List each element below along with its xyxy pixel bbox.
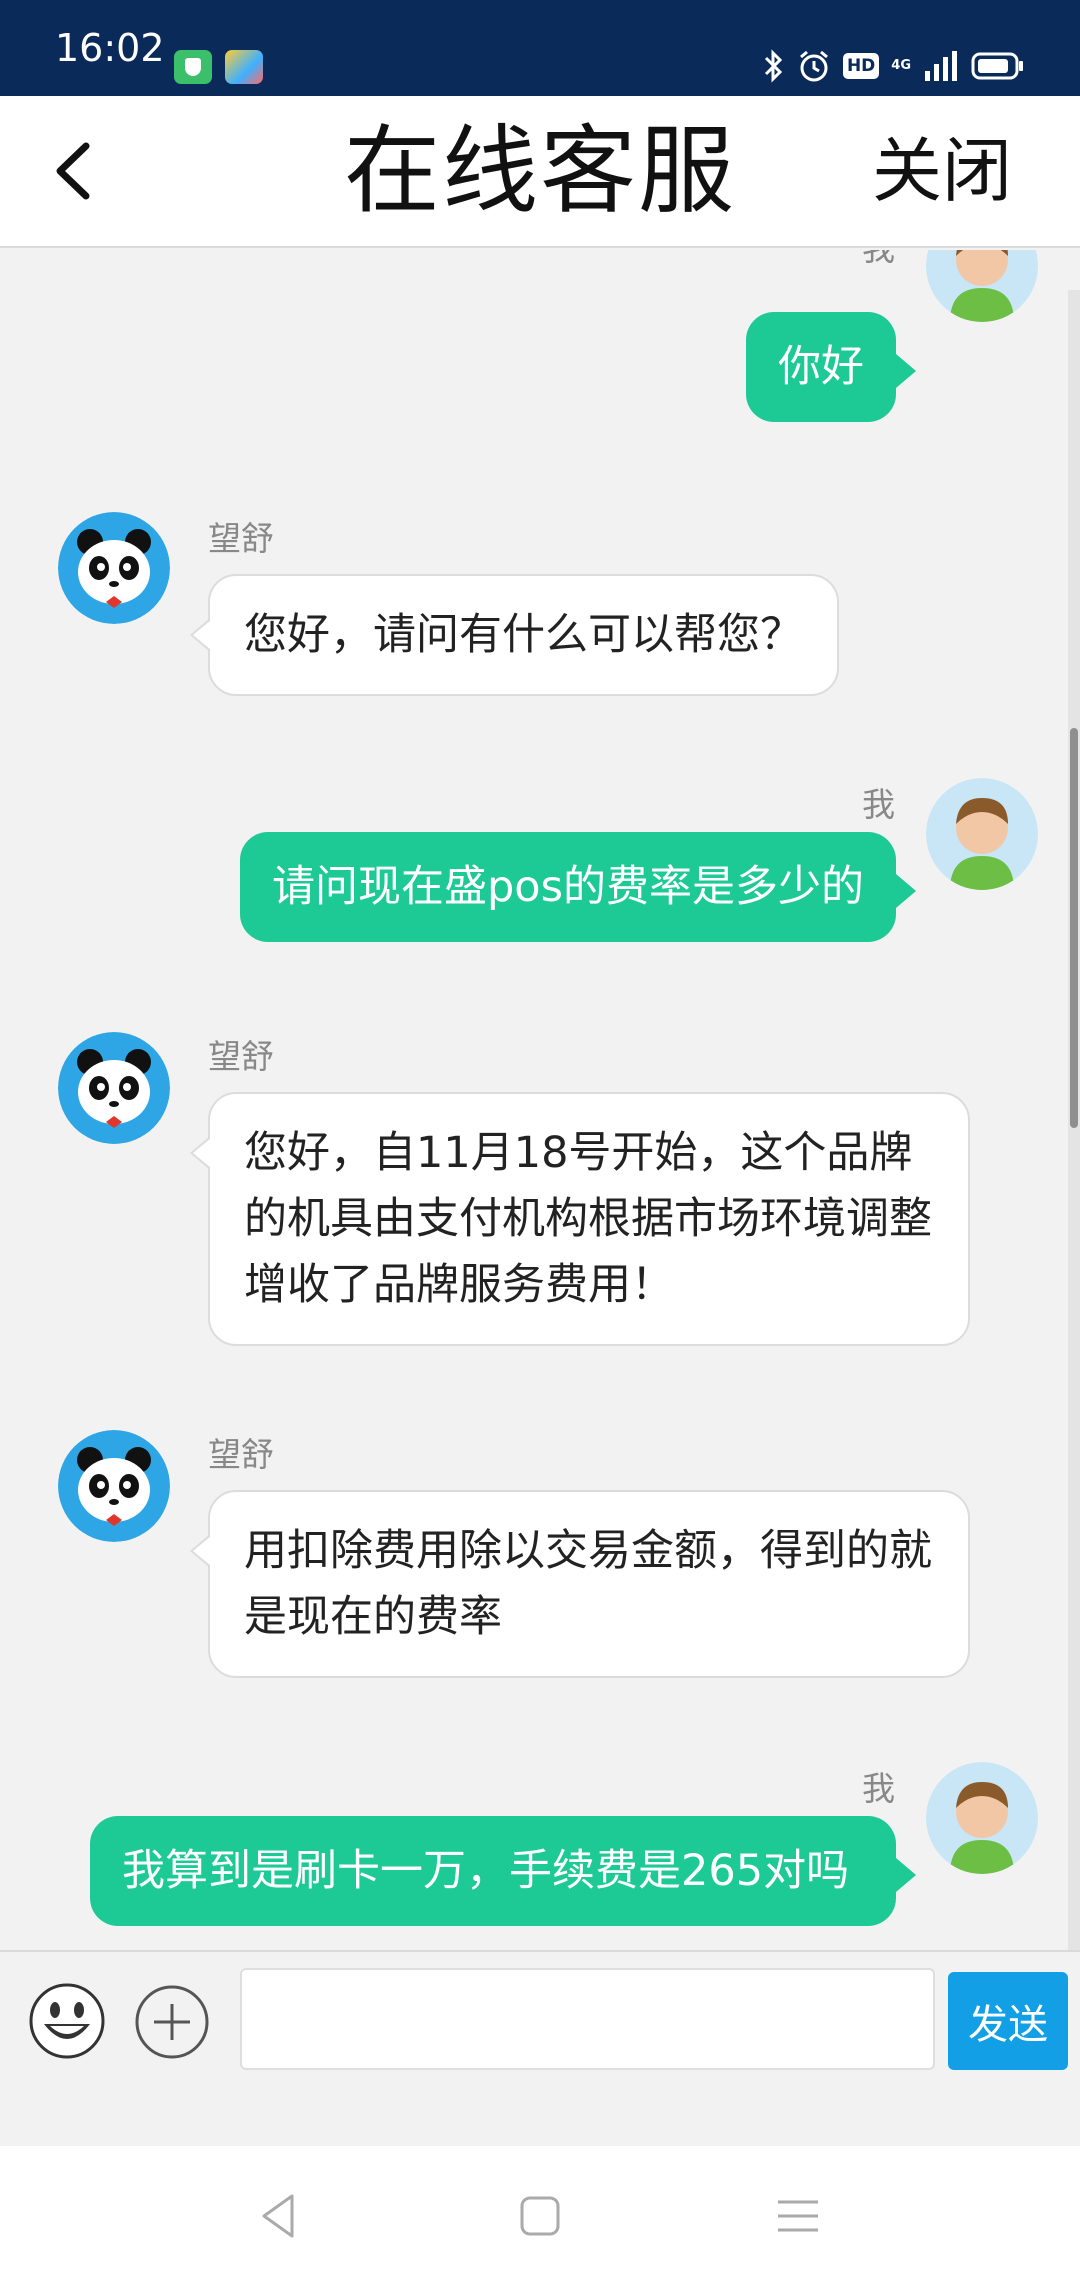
- message-sender: 望舒: [208, 1037, 274, 1076]
- nav-home-icon[interactable]: [512, 2188, 568, 2244]
- battery-icon: [971, 52, 1023, 80]
- agent-avatar: [58, 1430, 170, 1542]
- message-bubble-outgoing[interactable]: 请问现在盛pos的费率是多少的: [239, 832, 917, 942]
- signal-icon: [925, 51, 957, 81]
- status-icons: HD 4G: [763, 46, 1025, 86]
- message-sender: 我: [862, 785, 895, 824]
- network-type: 4G: [891, 58, 911, 73]
- alarm-icon: [799, 50, 828, 82]
- chat-scrollbar[interactable]: [1068, 290, 1080, 1950]
- app-shield-icon: [174, 50, 212, 84]
- app-colorful-icon: [225, 50, 263, 84]
- emoji-icon[interactable]: [28, 1982, 106, 2060]
- close-button[interactable]: 关闭: [872, 96, 1012, 246]
- send-button[interactable]: 发送: [948, 1972, 1068, 2070]
- agent-avatar: [58, 1032, 170, 1144]
- nav-menu-icon[interactable]: [770, 2188, 826, 2244]
- message-bubble-incoming[interactable]: 您好，请问有什么可以帮您？: [190, 574, 839, 696]
- message-sender: 我: [862, 250, 895, 270]
- message-sender: 望舒: [208, 1435, 274, 1474]
- hd-icon: HD: [842, 53, 880, 79]
- agent-avatar: [58, 512, 170, 624]
- chat-scrollbar-thumb[interactable]: [1070, 728, 1078, 1128]
- bluetooth-icon: [764, 49, 783, 83]
- status-time: 16:02: [55, 26, 165, 70]
- plus-icon[interactable]: [134, 1984, 210, 2060]
- input-bar: 发送: [0, 1950, 1080, 2146]
- message-input[interactable]: [240, 1968, 935, 2070]
- user-avatar: [926, 1762, 1038, 1874]
- message-bubble-incoming[interactable]: 用扣除费用除以交易金额，得到的就是现在的费率: [190, 1490, 970, 1678]
- message-bubble-outgoing[interactable]: 我算到是刷卡一万，手续费是265对吗: [90, 1816, 916, 1926]
- user-avatar: [926, 250, 1038, 322]
- message-sender: 我: [862, 1769, 895, 1808]
- status-bar: 16:02 HD 4G: [0, 0, 1080, 96]
- message-sender: 望舒: [208, 519, 274, 558]
- system-nav-bar: [0, 2146, 1080, 2280]
- chat-area[interactable]: 我 你好 望舒 您好，请问有什么可以帮您？ 我: [0, 250, 1080, 1950]
- nav-back-icon[interactable]: [252, 2188, 308, 2244]
- title-bar: 在线客服 关闭: [0, 96, 1080, 248]
- user-avatar: [926, 778, 1038, 890]
- message-bubble-incoming[interactable]: 您好，自11月18号开始，这个品牌的机具由支付机构根据市场环境调整增收了品牌服务…: [190, 1092, 970, 1346]
- message-bubble-outgoing[interactable]: 你好: [746, 312, 916, 422]
